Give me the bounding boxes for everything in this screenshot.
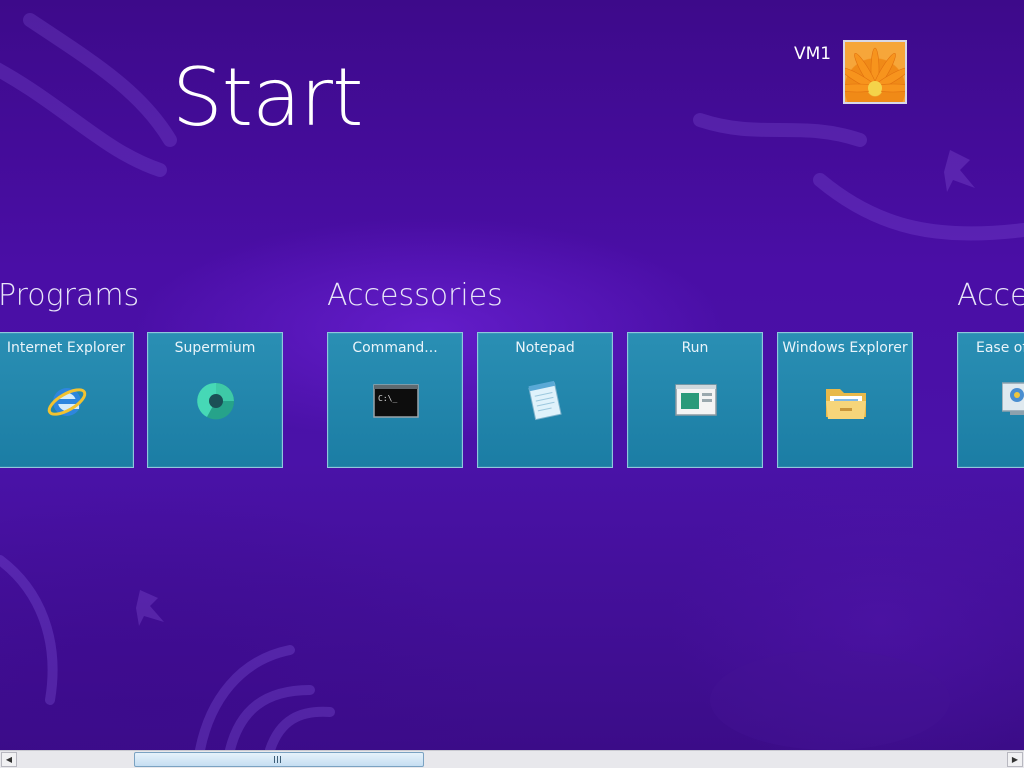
start-screen: Start VM1 Programs Internet Explorer Sup… (0, 0, 1024, 768)
svg-text:C:\_: C:\_ (378, 394, 397, 403)
ease-of-access-icon (1002, 382, 1024, 415)
tile-command-prompt[interactable]: Command... C:\_ (327, 332, 463, 468)
user-name[interactable]: VM1 (794, 44, 831, 64)
tile-label: Command... (352, 340, 438, 356)
notepad-icon (528, 380, 562, 421)
tile-label: Run (681, 340, 709, 356)
group-header-accessories: Accessories (327, 278, 503, 313)
run-icon (675, 384, 717, 416)
tile-ease-of-access[interactable]: Ease of (957, 332, 1024, 468)
scroll-right-button[interactable]: ▶ (1007, 752, 1023, 767)
page-title: Start (172, 51, 363, 144)
tile-label: Supermium (174, 340, 256, 356)
tile-label: Internet Explorer (6, 340, 126, 356)
group-header-programs: Programs (0, 278, 140, 313)
tile-windows-explorer[interactable]: Windows Explorer (777, 332, 913, 468)
supermium-icon (197, 382, 235, 420)
horizontal-scrollbar[interactable]: ◀ ▶ (0, 750, 1024, 768)
flower-icon (845, 47, 905, 95)
tile-label: Windows Explorer (782, 340, 908, 356)
folder-icon (826, 389, 866, 419)
tile-internet-explorer[interactable]: Internet Explorer (0, 332, 134, 468)
tile-label: Notepad (515, 340, 575, 356)
internet-explorer-icon (47, 388, 87, 416)
tile-supermium[interactable]: Supermium (147, 332, 283, 468)
tile-run[interactable]: Run (627, 332, 763, 468)
tile-label: Ease of (976, 340, 1024, 356)
command-prompt-icon: C:\_ (373, 384, 419, 418)
tile-notepad[interactable]: Notepad (477, 332, 613, 468)
scroll-grip-icon (274, 756, 282, 763)
scroll-thumb[interactable] (134, 752, 424, 767)
user-avatar[interactable] (843, 40, 907, 104)
scroll-left-button[interactable]: ◀ (1, 752, 17, 767)
group-header-accessories-partial: Acce (957, 278, 1024, 313)
